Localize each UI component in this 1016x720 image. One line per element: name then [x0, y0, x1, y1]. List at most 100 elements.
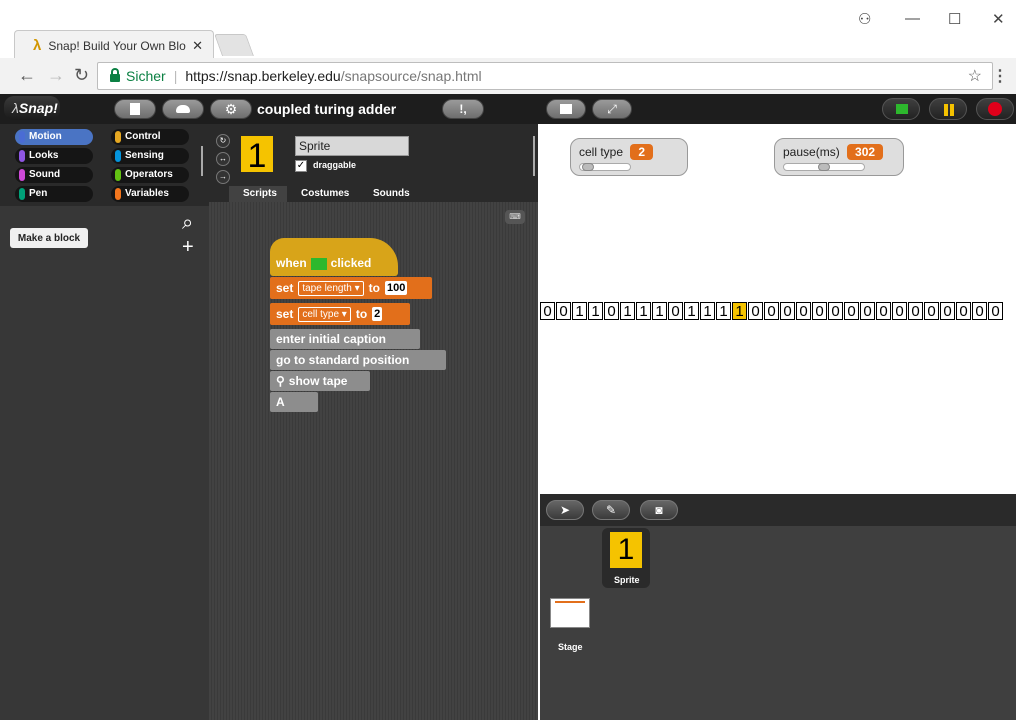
- draggable-checkbox[interactable]: ✓: [295, 160, 307, 172]
- tape-cell: 1: [700, 302, 715, 320]
- set-tape-length-block[interactable]: set tape length ▾ to 100: [270, 277, 432, 299]
- presentation-mode-button[interactable]: ⤢: [592, 99, 632, 119]
- tape-cell: 0: [892, 302, 907, 320]
- block-text: to: [368, 281, 380, 295]
- block-text: set: [276, 281, 294, 295]
- tape-cell: 0: [940, 302, 955, 320]
- category-sensing[interactable]: Sensing: [111, 148, 189, 164]
- maximize-icon[interactable]: ☐: [948, 10, 961, 28]
- reload-icon[interactable]: ↻: [74, 65, 89, 86]
- logo-text: Snap!: [18, 100, 58, 116]
- category-pen[interactable]: Pen: [15, 186, 93, 202]
- category-sound[interactable]: Sound: [15, 167, 93, 183]
- minimize-icon[interactable]: —: [905, 10, 920, 27]
- stage-size-button[interactable]: [546, 99, 586, 119]
- category-control[interactable]: Control: [111, 129, 189, 145]
- watcher-slider[interactable]: [783, 163, 865, 171]
- file-menu-button[interactable]: [114, 99, 156, 119]
- slider-knob[interactable]: [818, 163, 830, 171]
- add-turtle-sprite-button[interactable]: ➤: [546, 500, 584, 520]
- tab-close-icon[interactable]: ✕: [192, 38, 203, 54]
- address-bar[interactable]: Sicher | https://snap.berkeley.edu /snap…: [97, 62, 993, 90]
- secure-label: Sicher: [126, 68, 166, 84]
- project-title: coupled turing adder: [257, 101, 397, 117]
- new-tab-button[interactable]: [213, 34, 255, 56]
- browser-toolbar: ← → ↻ Sicher | https://snap.berkeley.edu…: [0, 58, 1016, 94]
- tape-cell: 0: [796, 302, 811, 320]
- sprite-tile-label: Sprite: [614, 575, 640, 585]
- snap-logo[interactable]: λSnap!: [4, 96, 60, 120]
- tape-cell: 1: [620, 302, 635, 320]
- variable-dropdown[interactable]: cell type ▾: [298, 306, 351, 322]
- sprite-name-field[interactable]: Sprite: [295, 136, 409, 156]
- category-variables[interactable]: Variables: [111, 186, 189, 202]
- forward-icon[interactable]: →: [47, 65, 65, 86]
- rotate-any-icon[interactable]: ↻: [216, 134, 230, 148]
- url-separator: |: [173, 68, 178, 84]
- search-icon[interactable]: ⌕: [182, 212, 193, 235]
- value-input[interactable]: 100: [384, 281, 408, 295]
- url-path: /snapsource/snap.html: [340, 68, 482, 84]
- browser-menu-icon[interactable]: ⋮: [992, 66, 1008, 86]
- stage[interactable]: cell type 2 pause(ms) 302 00110111011110…: [540, 124, 1016, 494]
- when-flag-clicked-block[interactable]: when clicked: [270, 238, 398, 276]
- variable-dropdown[interactable]: tape length ▾: [298, 280, 364, 296]
- go-to-standard-position-block[interactable]: go to standard position: [270, 350, 446, 370]
- pause-ms-watcher[interactable]: pause(ms) 302: [774, 138, 904, 176]
- value-input[interactable]: 2: [372, 307, 383, 321]
- category-label: Variables: [125, 188, 169, 199]
- window-close-icon[interactable]: ✕: [992, 10, 1005, 28]
- watcher-label: cell type: [579, 145, 624, 159]
- stage-thumbnail[interactable]: [550, 598, 590, 628]
- block-text: show tape: [288, 374, 348, 388]
- make-a-block-button[interactable]: Make a block: [10, 228, 88, 248]
- category-operators[interactable]: Operators: [111, 167, 189, 183]
- scripting-area[interactable]: ⌨ when clicked set tape length ▾ to 100 …: [209, 202, 538, 720]
- cell-type-watcher[interactable]: cell type 2: [570, 138, 688, 176]
- camera-sprite-button[interactable]: ◙: [640, 500, 678, 520]
- green-flag-button[interactable]: [882, 98, 920, 120]
- unsaved-changes-button[interactable]: !,: [442, 99, 484, 119]
- tape-cell: 1: [716, 302, 731, 320]
- watcher-slider[interactable]: [579, 163, 631, 171]
- cloud-menu-button[interactable]: [162, 99, 204, 119]
- stop-button[interactable]: [976, 98, 1014, 120]
- category-looks[interactable]: Looks: [15, 148, 93, 164]
- tab-costumes[interactable]: Costumes: [287, 186, 364, 202]
- tape-cell: 0: [780, 302, 795, 320]
- show-tape-block[interactable]: ⚲ show tape: [270, 371, 370, 391]
- category-motion[interactable]: Motion: [15, 129, 93, 145]
- slider-knob[interactable]: [582, 163, 594, 171]
- brush-icon: ✎: [605, 503, 617, 517]
- pause-button[interactable]: [929, 98, 967, 120]
- sprite-costume-thumbnail: 1: [239, 134, 275, 175]
- stage-divider[interactable]: [533, 136, 535, 176]
- sprite-tile[interactable]: 1 Sprite: [602, 528, 650, 588]
- pause-icon: [944, 104, 948, 116]
- add-icon[interactable]: +: [182, 236, 194, 259]
- tape-cell: 0: [668, 302, 683, 320]
- bookmark-star-icon[interactable]: ☆: [968, 66, 982, 86]
- tape-cell: 1: [572, 302, 587, 320]
- back-icon[interactable]: ←: [18, 65, 36, 86]
- set-cell-type-block[interactable]: set cell type ▾ to 2: [270, 303, 410, 325]
- profile-icon[interactable]: ⚇: [858, 10, 871, 28]
- settings-menu-button[interactable]: ⚙: [210, 99, 252, 119]
- watcher-label: pause(ms): [783, 145, 840, 159]
- rotate-lr-icon[interactable]: ↔: [216, 152, 230, 166]
- browser-tab[interactable]: λ Snap! Build Your Own Blo ✕: [14, 30, 214, 60]
- tab-sounds[interactable]: Sounds: [359, 186, 424, 202]
- enter-initial-caption-block[interactable]: enter initial caption: [270, 329, 420, 349]
- custom-block-a[interactable]: A: [270, 392, 318, 412]
- no-rotate-icon[interactable]: →: [216, 170, 230, 184]
- watcher-value: 302: [847, 144, 884, 160]
- paint-new-sprite-button[interactable]: ✎: [592, 500, 630, 520]
- sprite-thumbnail: 1: [610, 532, 642, 568]
- gear-icon: ⚙: [224, 100, 238, 117]
- tab-scripts[interactable]: Scripts: [229, 186, 291, 202]
- snap-lambda-icon: λ: [33, 37, 42, 54]
- keyboard-icon[interactable]: ⌨: [505, 210, 525, 224]
- camera-icon: ◙: [655, 503, 663, 517]
- normal-stage-icon: [560, 104, 572, 114]
- pane-divider[interactable]: [201, 146, 203, 176]
